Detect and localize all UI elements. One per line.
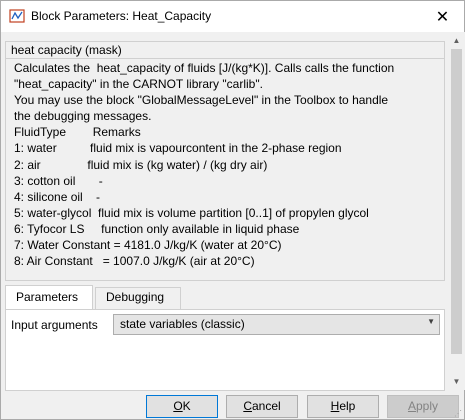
scroll-down-icon[interactable]: ▼ bbox=[448, 373, 465, 390]
description-line: 8: Air Constant = 1007.0 J/kg/K (air at … bbox=[14, 254, 255, 269]
input-arguments-label: Input arguments bbox=[11, 318, 98, 332]
description-line: 1: water fluid mix is vapourcontent in t… bbox=[14, 141, 342, 156]
help-button[interactable]: Help bbox=[307, 395, 379, 418]
title-bar[interactable]: Block Parameters: Heat_Capacity ✕ bbox=[1, 1, 464, 32]
chevron-down-icon: ▼ bbox=[427, 317, 435, 326]
description-line: Calculates the heat_capacity of fluids [… bbox=[14, 61, 395, 75]
mask-title: heat capacity (mask) bbox=[6, 42, 444, 59]
tab-parameters[interactable]: Parameters bbox=[5, 285, 93, 310]
close-icon: ✕ bbox=[435, 8, 450, 26]
simulink-block-icon bbox=[9, 9, 25, 23]
tab-bar: Parameters Debugging bbox=[5, 285, 445, 310]
resize-grip-icon[interactable]: ⋰ bbox=[454, 409, 464, 419]
description-line: the debugging messages. bbox=[14, 109, 152, 124]
close-button[interactable]: ✕ bbox=[421, 1, 464, 32]
window-title: Block Parameters: Heat_Capacity bbox=[31, 9, 212, 23]
description-line: You may use the block "GlobalMessageLeve… bbox=[14, 93, 389, 108]
input-arguments-value: state variables (classic) bbox=[120, 317, 245, 331]
parameters-panel: Input arguments state variables (classic… bbox=[5, 309, 445, 391]
description-line: 7: Water Constant = 4181.0 J/kg/K (water… bbox=[14, 238, 282, 253]
scroll-up-icon[interactable]: ▲ bbox=[448, 32, 465, 49]
cancel-button[interactable]: Cancel bbox=[226, 395, 298, 418]
description-line: 5: water-glycol fluid mix is volume part… bbox=[14, 205, 369, 220]
ok-button[interactable]: OK bbox=[146, 395, 218, 418]
description-line: FluidType Remarks bbox=[14, 125, 141, 140]
input-arguments-select[interactable]: state variables (classic) ▼ bbox=[113, 314, 440, 335]
mask-description: Calculates the heat_capacity of fluids [… bbox=[14, 60, 442, 269]
vertical-scrollbar[interactable]: ▲ ▼ bbox=[448, 32, 465, 390]
scroll-thumb[interactable] bbox=[451, 49, 462, 354]
apply-button[interactable]: Apply bbox=[387, 395, 459, 418]
description-line: 3: cotton oil - bbox=[14, 173, 103, 188]
block-parameters-dialog: Block Parameters: Heat_Capacity ✕ heat c… bbox=[0, 0, 465, 420]
description-line: 4: silicone oil - bbox=[14, 189, 101, 204]
description-line: 2: air fluid mix is (kg water) / (kg dry… bbox=[14, 157, 268, 172]
description-line: "heat_capacity" in the CARNOT library "c… bbox=[14, 77, 263, 92]
tab-debugging[interactable]: Debugging bbox=[95, 287, 181, 309]
mask-description-group: heat capacity (mask) Calculates the heat… bbox=[5, 41, 445, 281]
description-line: 6: Tyfocor LS function only available in… bbox=[14, 221, 300, 236]
